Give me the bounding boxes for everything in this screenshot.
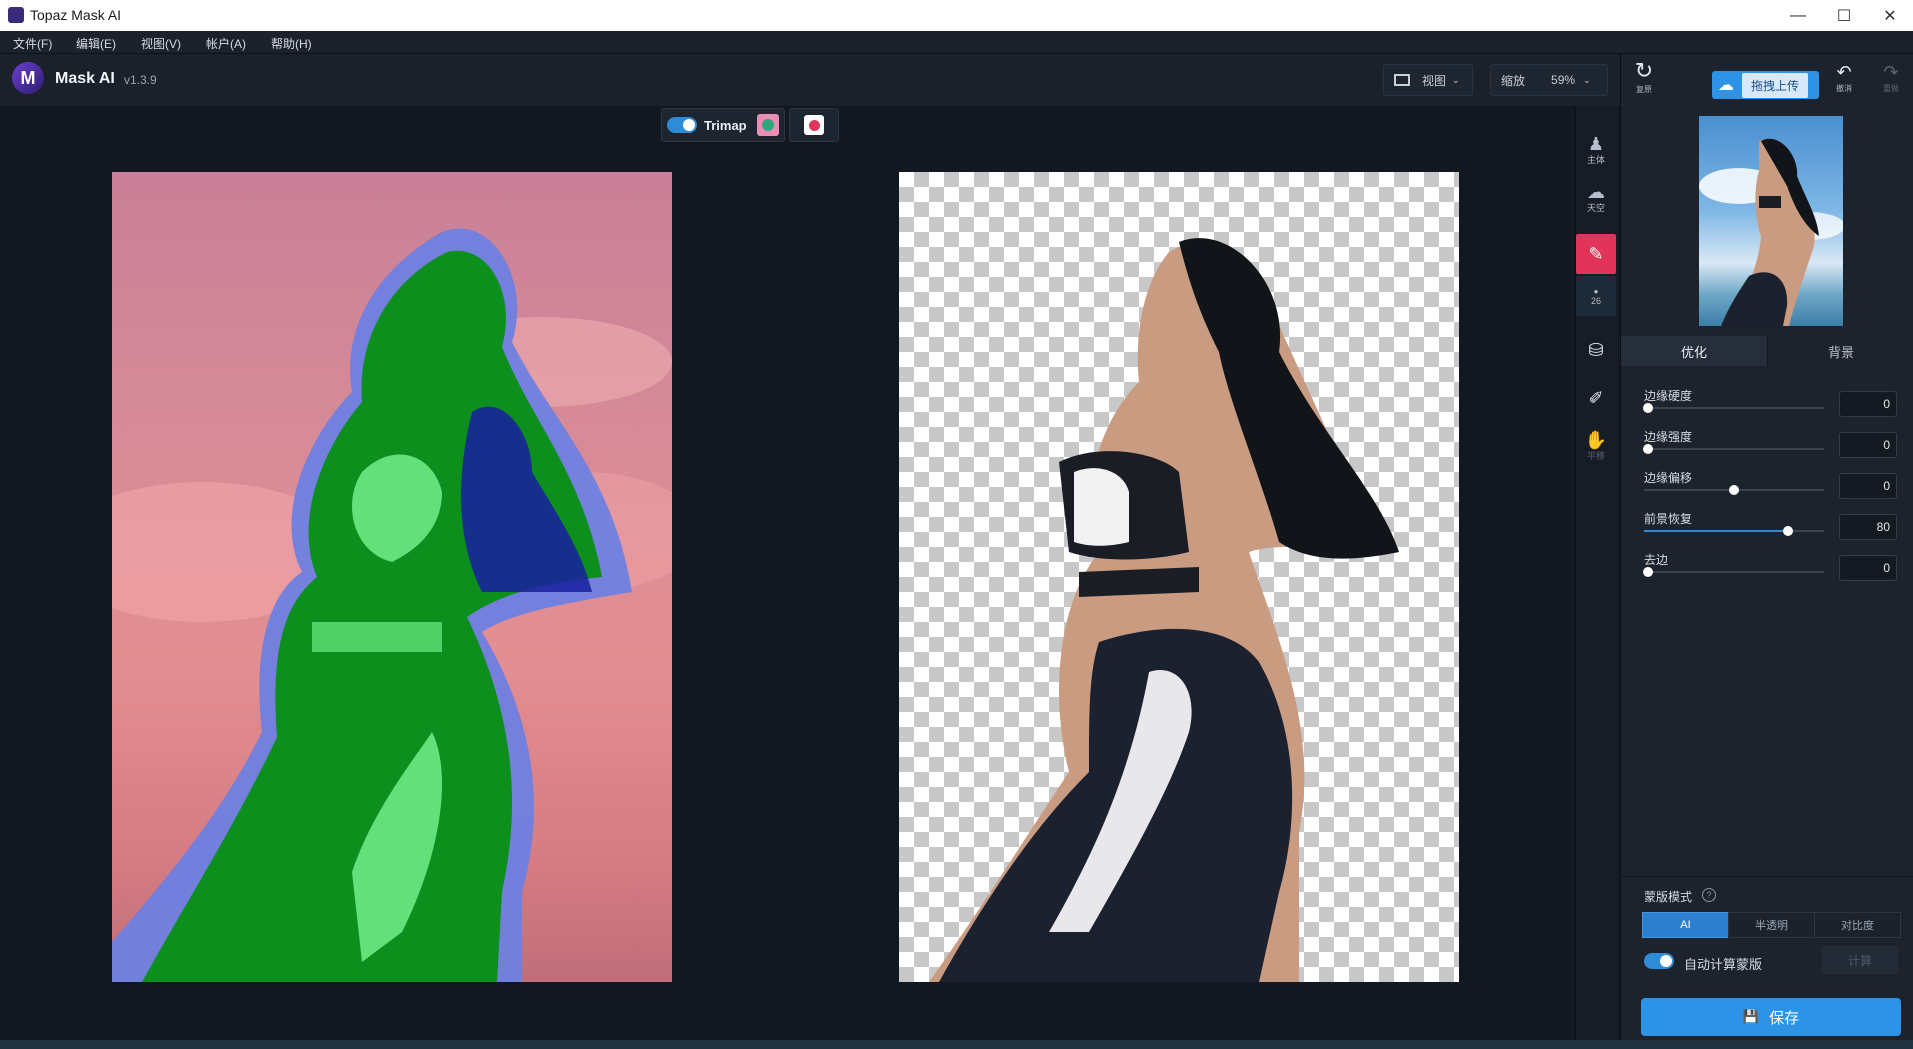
slider-label: 去边 (1644, 553, 1669, 567)
zoom-value: 59% (1551, 73, 1576, 87)
trimap-label: Trimap (704, 118, 747, 133)
app-brand: Mask AI (55, 70, 115, 87)
window-title: Topaz Mask AI (30, 7, 122, 23)
menu-help[interactable]: 帮助(H) (271, 35, 312, 52)
mask-color-icon (804, 115, 824, 135)
mask-mode-contrast[interactable]: 对比度 (1814, 912, 1901, 938)
subject-tool[interactable]: ♟ 主体 (1576, 130, 1616, 170)
mask-overlay-image[interactable] (112, 172, 672, 982)
app-version: v1.3.9 (124, 73, 157, 87)
slider-value-input[interactable]: 0 (1839, 432, 1897, 458)
slider-label: 前景恢复 (1644, 512, 1693, 526)
reset-button[interactable]: ↻ 复原 (1626, 58, 1662, 98)
trimap-toggle-group: Trimap (661, 108, 785, 142)
slider-value-input[interactable]: 80 (1839, 514, 1897, 540)
maximize-button[interactable]: ☐ (1821, 0, 1867, 31)
navigator-thumbnail[interactable] (1699, 116, 1843, 326)
upload-button[interactable]: ☁ 拖拽上传 (1712, 71, 1819, 99)
slider-label: 边缘硬度 (1644, 389, 1693, 403)
slider-track[interactable] (1644, 485, 1824, 495)
app-icon (8, 7, 24, 23)
tab-background[interactable]: 背景 (1767, 336, 1913, 366)
sky-tool[interactable]: ☁ 天空 (1576, 178, 1616, 218)
trimap-toggle[interactable] (667, 117, 697, 133)
slider-label: 边缘偏移 (1644, 471, 1693, 485)
save-label: 保存 (1769, 1009, 1800, 1027)
undo-button[interactable]: ↶ 撤消 (1826, 62, 1862, 100)
auto-compute-label: 自动计算蒙版 (1684, 957, 1763, 972)
menu-file[interactable]: 文件(F) (13, 35, 52, 52)
slider-track[interactable] (1642, 567, 1824, 577)
brush-size-label: 26 (1590, 295, 1601, 306)
title-bar: Topaz Mask AI — ☐ ✕ (0, 0, 1913, 32)
app-header (0, 54, 1620, 107)
trimap-color-swatch[interactable] (757, 114, 779, 136)
fill-bucket-icon: ⛁ (1588, 340, 1604, 360)
mask-mode-label: 蒙版模式 (1644, 890, 1693, 904)
erase-brush-tool[interactable]: ✎ (1576, 234, 1616, 274)
erase-brush-icon: ✎ (1588, 244, 1604, 264)
fill-tool[interactable]: ⛁ (1576, 330, 1616, 370)
redo-icon: ↷ (1883, 62, 1899, 82)
cloud-icon: ☁ (1587, 181, 1605, 202)
eyedropper-icon: ✐ (1588, 388, 1604, 408)
mask-mode-ai[interactable]: AI (1642, 912, 1729, 938)
eyedropper-tool[interactable]: ✐ (1576, 378, 1616, 418)
zoom-label: 缩放 (1501, 73, 1526, 88)
mask-mode-semitransparent[interactable]: 半透明 (1728, 912, 1815, 938)
cloud-upload-icon: ☁ (1718, 77, 1734, 94)
tab-optimize[interactable]: 优化 (1621, 336, 1767, 366)
minimize-button[interactable]: — (1775, 0, 1821, 31)
save-button[interactable]: 💾 保存 (1641, 998, 1901, 1036)
brush-size-control[interactable]: ● 26 (1576, 276, 1616, 316)
slider-knob[interactable] (1642, 444, 1653, 454)
cutout-preview-image[interactable] (899, 172, 1459, 982)
menu-edit[interactable]: 编辑(E) (76, 35, 116, 52)
pan-tool-label: 平移 (1586, 450, 1605, 461)
view-layout-icon (1394, 74, 1410, 86)
redo-label: 重做 (1883, 84, 1899, 93)
slider-value-input[interactable]: 0 (1839, 555, 1897, 581)
save-icon: 💾 (1742, 1009, 1760, 1024)
zoom-dropdown[interactable]: 缩放 59% ⌄ (1490, 64, 1608, 96)
view-dropdown[interactable]: 视图 ⌄ (1383, 64, 1473, 96)
slider-track[interactable] (1644, 526, 1824, 536)
menu-view[interactable]: 视图(V) (141, 35, 181, 52)
taskbar-strip (0, 1040, 1913, 1049)
subject-tool-label: 主体 (1586, 154, 1605, 165)
pan-tool[interactable]: ✋ 平移 (1576, 426, 1616, 466)
mask-ai-logo-icon: M (12, 62, 44, 94)
swatch-dot-icon (762, 119, 774, 131)
help-icon[interactable]: ? (1702, 888, 1716, 902)
undo-icon: ↶ (1836, 62, 1852, 82)
redo-button[interactable]: ↷ 重做 (1873, 62, 1909, 100)
slider-knob[interactable] (1783, 526, 1793, 536)
brush-size-icon: ● (1593, 286, 1599, 296)
auto-compute-toggle[interactable] (1644, 953, 1674, 969)
upload-label: 拖拽上传 (1742, 72, 1809, 98)
chevron-down-icon: ⌄ (1583, 74, 1591, 85)
divider (1621, 876, 1913, 877)
undo-label: 撤消 (1836, 84, 1852, 93)
slider-knob[interactable] (1729, 485, 1739, 495)
hand-icon: ✋ (1584, 429, 1608, 450)
view-label: 视图 (1422, 73, 1447, 88)
slider-knob[interactable] (1642, 403, 1653, 413)
slider-value-input[interactable]: 0 (1839, 473, 1897, 499)
chevron-down-icon: ⌄ (1452, 74, 1460, 85)
slider-value-input[interactable]: 0 (1839, 391, 1897, 417)
person-icon: ♟ (1587, 133, 1605, 154)
slider-track[interactable] (1642, 444, 1824, 454)
slider-label: 边缘强度 (1644, 430, 1693, 444)
slider-knob[interactable] (1642, 567, 1653, 577)
reset-icon: ↻ (1634, 58, 1654, 83)
mask-color-button[interactable] (789, 108, 839, 142)
sky-tool-label: 天空 (1586, 202, 1605, 213)
menu-account[interactable]: 帐户(A) (206, 35, 246, 52)
compute-button[interactable]: 计算 (1822, 946, 1898, 974)
reset-label: 复原 (1636, 85, 1652, 94)
slider-track[interactable] (1642, 403, 1824, 413)
close-button[interactable]: ✕ (1867, 0, 1913, 31)
